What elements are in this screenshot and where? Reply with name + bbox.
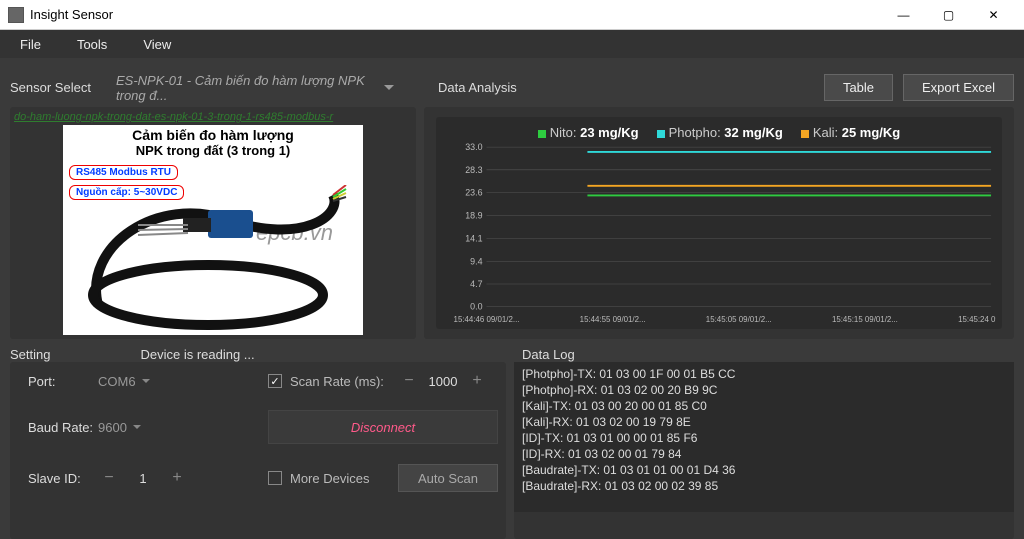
port-combo[interactable]: COM6 [98,374,238,389]
svg-text:33.0: 33.0 [465,142,482,152]
port-label: Port: [28,374,98,389]
svg-text:23.6: 23.6 [465,187,482,197]
sensor-select-label: Sensor Select [10,80,100,95]
log-line: [Photpho]-TX: 01 03 00 1F 00 01 B5 CC [522,366,1006,382]
slave-id-stepper[interactable]: − 1 + [98,469,238,487]
chevron-down-icon [133,425,141,429]
svg-text:15:45:15 09/01/2...: 15:45:15 09/01/2... [832,315,898,324]
svg-text:15:44:46 09/01/2...: 15:44:46 09/01/2... [454,315,520,324]
checkbox-checked-icon [268,374,282,388]
window-title: Insight Sensor [30,7,113,22]
more-devices-check[interactable]: More Devices [268,471,398,486]
maximize-button[interactable]: ▢ [926,0,971,30]
svg-text:18.9: 18.9 [465,210,482,220]
log-line: [Baudrate]-RX: 01 03 02 00 02 39 85 [522,478,1006,494]
close-button[interactable]: ✕ [971,0,1016,30]
minus-icon[interactable]: − [98,469,120,487]
minus-icon[interactable]: − [398,372,420,390]
datalog-title: Data Log [522,347,575,362]
menu-bar: File Tools View [0,30,1024,58]
product-tag-1: RS485 Modbus RTU [69,165,178,180]
menu-view[interactable]: View [127,33,187,56]
product-image: Cảm biến đo hàm lượng NPK trong đất (3 t… [63,125,363,335]
scan-rate-check[interactable]: Scan Rate (ms): [268,374,398,389]
sensor-select-dropdown[interactable]: ES-NPK-01 - Cảm biến đo hàm lượng NPK tr… [110,77,400,99]
table-button[interactable]: Table [824,74,893,101]
auto-scan-button[interactable]: Auto Scan [398,464,498,492]
svg-text:14.1: 14.1 [465,233,482,243]
datalog-body[interactable]: [Photpho]-TX: 01 03 00 1F 00 01 B5 CC[Ph… [514,362,1014,512]
baud-label: Baud Rate: [28,420,98,435]
chart-panel: Nito: 23 mg/Kg Photpho: 32 mg/Kg Kali: 2… [424,107,1014,339]
svg-text:0.0: 0.0 [470,302,482,312]
log-line: [ID]-RX: 01 03 02 00 01 79 84 [522,446,1006,462]
app-icon [8,7,24,23]
disconnect-button[interactable]: Disconnect [268,410,498,444]
log-line: [Baudrate]-TX: 01 03 01 01 00 01 D4 36 [522,462,1006,478]
slave-label: Slave ID: [28,471,98,486]
scan-rate-stepper[interactable]: − 1000 + [398,372,498,390]
svg-text:15:44:55 09/01/2...: 15:44:55 09/01/2... [580,315,646,324]
chart-legend: Nito: 23 mg/Kg Photpho: 32 mg/Kg Kali: 2… [442,125,996,140]
minimize-button[interactable]: — [881,0,926,30]
menu-file[interactable]: File [4,33,57,56]
svg-text:9.4: 9.4 [470,256,482,266]
sensor-info-panel: do-ham-luong-npk-trong-dat-es-npk-01-3-t… [10,107,416,339]
svg-text:15:45:05 09/01/2...: 15:45:05 09/01/2... [706,315,772,324]
status-text: Device is reading ... [140,347,254,362]
product-url[interactable]: do-ham-luong-npk-trong-dat-es-npk-01-3-t… [14,111,412,123]
log-line: [Kali]-TX: 01 03 00 20 00 01 85 C0 [522,398,1006,414]
product-title: Cảm biến đo hàm lượng [63,125,363,143]
sensor-select-value: ES-NPK-01 - Cảm biến đo hàm lượng NPK tr… [116,73,384,103]
product-subtitle: NPK trong đất (3 trong 1) [63,143,363,158]
baud-combo[interactable]: 9600 [98,420,238,435]
chevron-down-icon [142,379,150,383]
menu-tools[interactable]: Tools [61,33,123,56]
plus-icon[interactable]: + [166,469,188,487]
svg-text:28.3: 28.3 [465,165,482,175]
svg-text:4.7: 4.7 [470,279,482,289]
title-bar: Insight Sensor — ▢ ✕ [0,0,1024,30]
checkbox-icon [268,471,282,485]
export-excel-button[interactable]: Export Excel [903,74,1014,101]
svg-text:15:45:24 09/01/2...: 15:45:24 09/01/2... [958,315,996,324]
settings-panel: Port: COM6 Scan Rate (ms): − 1000 + Baud… [10,362,506,539]
log-line: [ID]-TX: 01 03 01 00 00 01 85 F6 [522,430,1006,446]
plus-icon[interactable]: + [466,372,488,390]
log-line: [Kali]-RX: 01 03 02 00 19 79 8E [522,414,1006,430]
chart: 0.0 4.7 9.4 14.1 18.9 23.6 28.3 33.0 15:44:46 09… [442,142,996,325]
setting-title: Setting [10,347,50,362]
chevron-down-icon [384,85,394,90]
log-line: [Photpho]-RX: 01 03 02 00 20 B9 9C [522,382,1006,398]
data-analysis-title: Data Analysis [438,80,517,95]
datalog-panel: [Photpho]-TX: 01 03 00 1F 00 01 B5 CC[Ph… [514,362,1014,539]
